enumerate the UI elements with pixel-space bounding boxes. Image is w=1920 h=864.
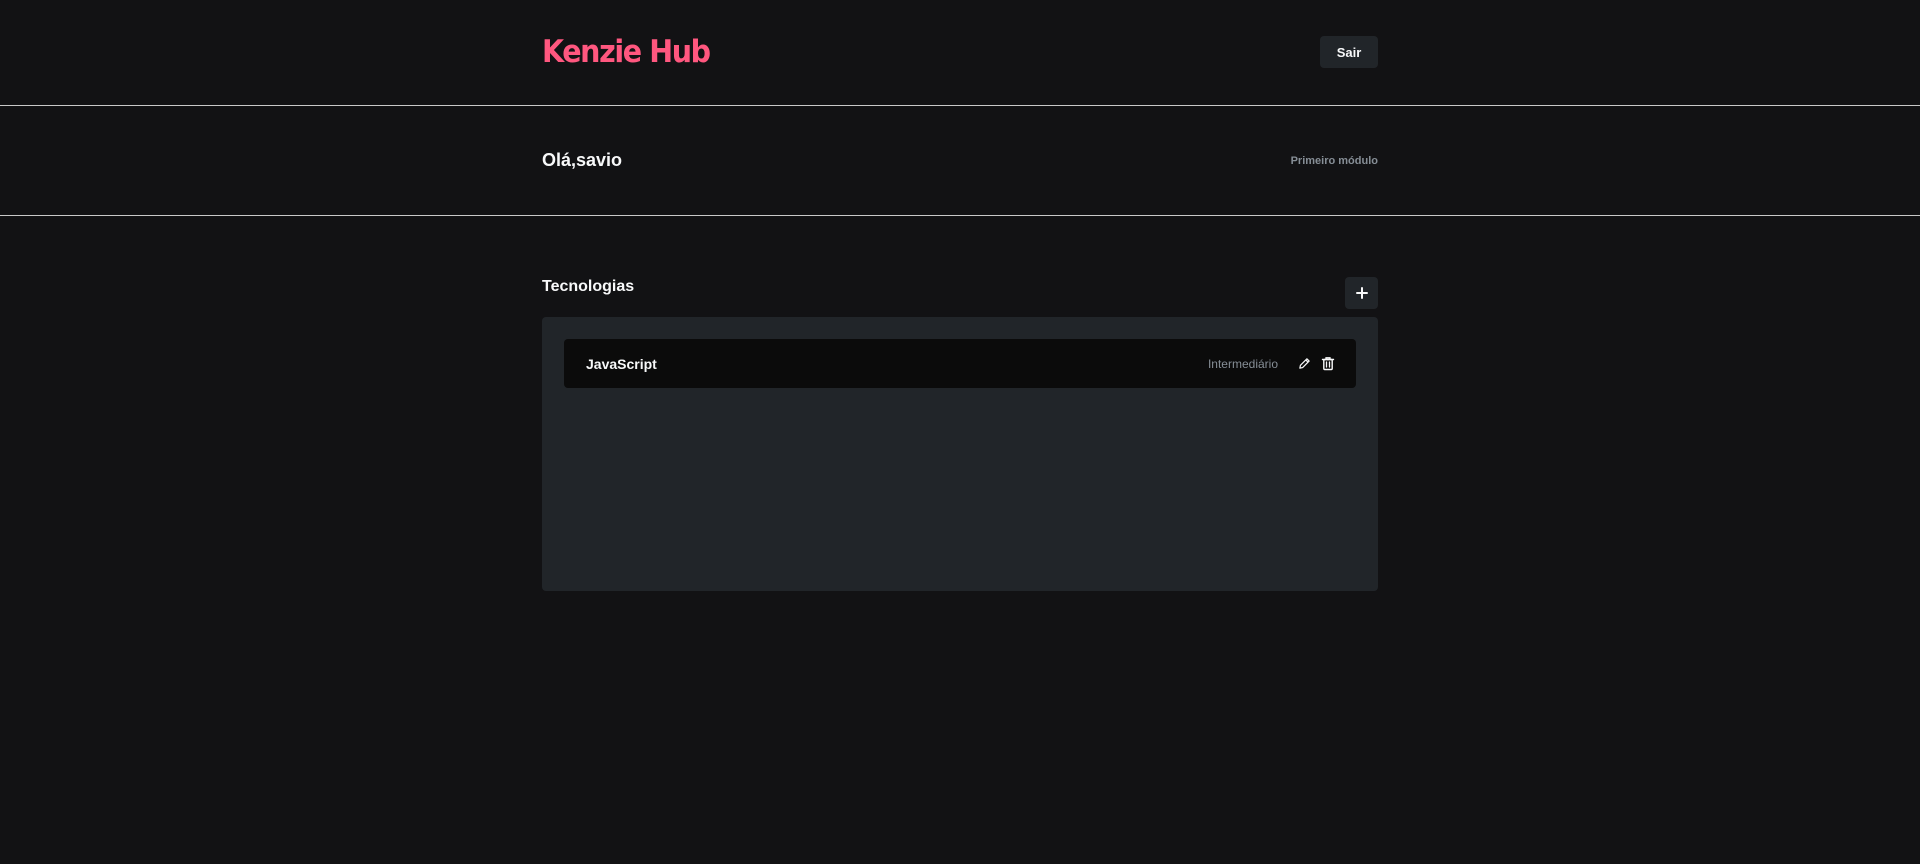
greeting-section: Olá,savio Primeiro módulo (0, 106, 1920, 216)
techs-title: Tecnologias (542, 278, 635, 295)
tech-list: JavaScript Intermediário (542, 317, 1378, 591)
user-module: Primeiro módulo (1290, 154, 1378, 167)
greeting-title: Olá,savio (542, 150, 623, 170)
edit-tech-button[interactable] (1296, 356, 1312, 372)
tech-name: JavaScript (586, 355, 657, 372)
add-tech-button[interactable] (1345, 277, 1378, 309)
app-header: Kenzie Hub Sair (0, 0, 1920, 106)
tech-item[interactable]: JavaScript Intermediário (564, 339, 1356, 388)
techs-section: Tecnologias JavaScript Intermediário (0, 216, 1920, 591)
exit-button[interactable]: Sair (1320, 36, 1378, 68)
tech-status: Intermediário (1207, 356, 1278, 371)
pencil-icon (1298, 358, 1310, 369)
trash-icon (1321, 357, 1335, 371)
techs-header: Tecnologias (542, 260, 1378, 314)
plus-icon (1355, 287, 1368, 299)
app-logo: Kenzie Hub (542, 34, 711, 70)
delete-tech-button[interactable] (1320, 356, 1336, 372)
tech-actions: Intermediário (1208, 356, 1336, 372)
